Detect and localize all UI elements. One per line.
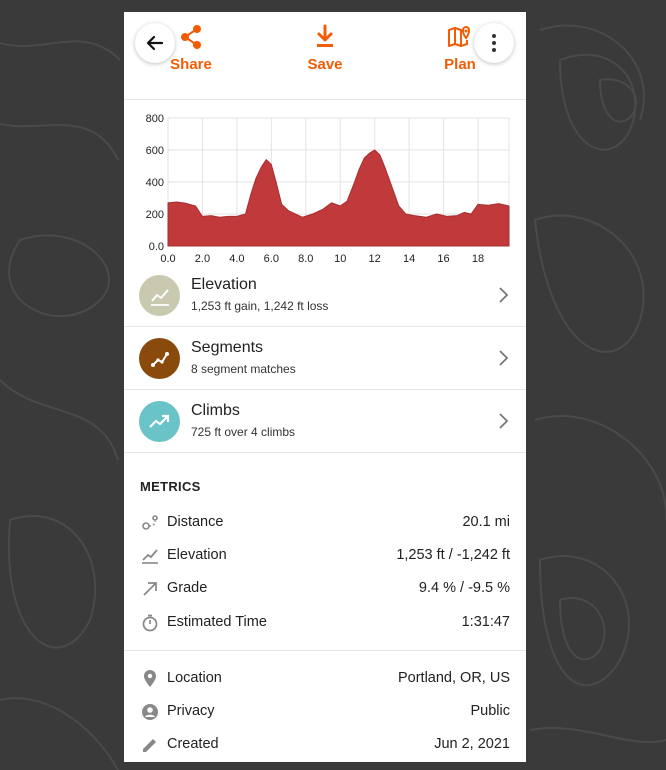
detail-value: Portland, OR, US: [397, 670, 510, 686]
chevron-right-icon: [499, 287, 509, 303]
y-axis-ticks: 0.0 200 400 600 800: [146, 113, 164, 253]
metric-distance: Distance 20.1 mi: [124, 509, 526, 537]
share-icon: [181, 25, 201, 49]
more-options-button[interactable]: [474, 23, 514, 63]
location-pin-icon: [140, 669, 160, 689]
metric-label: Distance: [167, 514, 224, 530]
detail-value: Public: [470, 703, 511, 719]
elevation-badge: [139, 275, 180, 316]
action-header: Share Save Plan: [124, 12, 526, 100]
download-icon: [317, 24, 333, 47]
detail-location: Location Portland, OR, US: [124, 665, 526, 693]
metric-grade: Grade 9.4 % / -9.5 %: [124, 575, 526, 603]
chevron-right-icon: [499, 413, 509, 429]
climbs-title: Climbs: [191, 402, 240, 419]
detail-value: Jun 2, 2021: [434, 736, 510, 752]
share-button[interactable]: Share: [170, 24, 212, 73]
climbs-subtitle: 725 ft over 4 climbs: [191, 425, 296, 439]
person-icon: [140, 702, 160, 722]
climbs-badge: [139, 401, 180, 442]
plan-label: Plan: [444, 56, 476, 73]
metric-value: 1,253 ft / -1,242 ft: [396, 547, 510, 563]
stopwatch-icon: [140, 613, 160, 633]
metric-elevation: Elevation 1,253 ft / -1,242 ft: [124, 542, 526, 570]
detail-privacy: Privacy Public: [124, 698, 526, 726]
y-tick-label: 0.0: [149, 241, 164, 253]
metric-value: 20.1 mi: [462, 514, 510, 530]
metrics-heading: METRICS: [140, 479, 201, 494]
more-vertical-icon: [492, 34, 496, 52]
segments-title: Segments: [191, 339, 264, 356]
detail-created: Created Jun 2, 2021: [124, 731, 526, 759]
metric-label: Estimated Time: [167, 614, 267, 630]
save-label: Save: [307, 56, 343, 73]
elevation-profile-chart[interactable]: 0.0200400600800 0.0 2.0 4.0 6.0 8.0 10 12 14 16 1…: [124, 108, 526, 272]
grade-arrow-icon: [140, 579, 160, 599]
trend-line-icon: [150, 288, 169, 306]
elevation-icon: [140, 546, 160, 566]
trend-up-icon: [148, 414, 169, 428]
elevation-area: [167, 149, 510, 247]
segments-icon: [150, 351, 169, 367]
arrow-left-icon: [146, 35, 164, 51]
metric-estimated-time: Estimated Time 1:31:47: [124, 609, 526, 637]
elevation-title: Elevation: [191, 276, 257, 293]
detail-label: Location: [167, 670, 222, 686]
chevron-right-icon: [499, 350, 509, 366]
route-detail-panel: Share Save Plan 0.0 200 400 600 800 0.0 …: [124, 12, 526, 762]
pencil-icon: [140, 735, 160, 755]
y-tick-label: 400: [146, 177, 164, 189]
map-pin-icon: [448, 25, 470, 47]
y-tick-label: 600: [146, 145, 164, 157]
back-button[interactable]: [135, 23, 175, 63]
y-tick-label: 800: [146, 113, 164, 125]
y-tick-label: 200: [146, 209, 164, 221]
metric-label: Grade: [167, 580, 208, 596]
metric-value: 9.4 % / -9.5 %: [418, 580, 510, 596]
metric-label: Elevation: [167, 547, 227, 563]
segments-subtitle: 8 segment matches: [191, 362, 296, 376]
metric-value: 1:31:47: [461, 614, 510, 630]
segments-badge: [139, 338, 180, 379]
segments-analysis-row[interactable]: Segments 8 segment matches: [124, 327, 526, 390]
save-button[interactable]: Save: [305, 24, 345, 73]
elevation-analysis-row[interactable]: Elevation 1,253 ft gain, 1,242 ft loss: [124, 264, 526, 327]
detail-label: Privacy: [167, 703, 215, 719]
share-label: Share: [170, 56, 212, 73]
elevation-subtitle: 1,253 ft gain, 1,242 ft loss: [191, 299, 329, 313]
route-icon: [140, 513, 160, 533]
detail-label: Created: [167, 736, 219, 752]
section-divider: [124, 650, 526, 651]
climbs-analysis-row[interactable]: Climbs 725 ft over 4 climbs: [124, 390, 526, 453]
